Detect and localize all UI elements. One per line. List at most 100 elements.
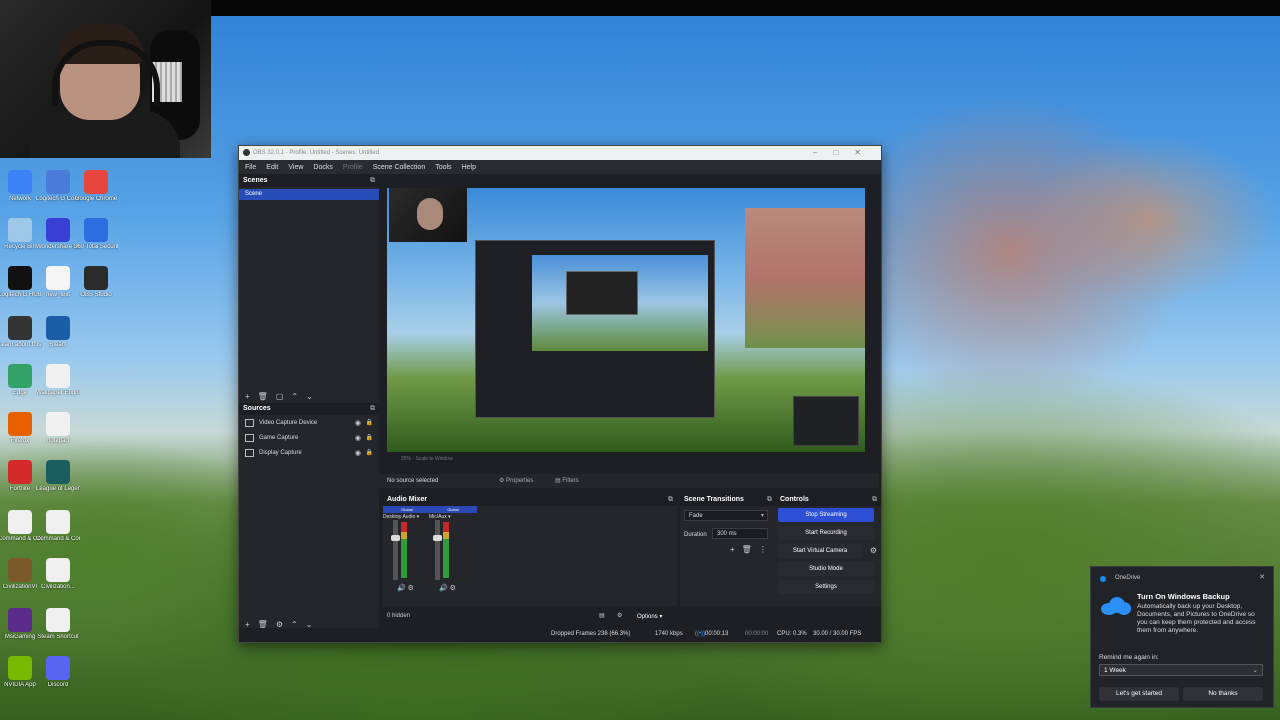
preview-webcam <box>389 188 467 242</box>
menu-profile[interactable]: Profile <box>343 164 363 171</box>
menu-help[interactable]: Help <box>462 164 476 171</box>
desktop-icon[interactable]: League of Legends <box>36 460 80 506</box>
stream-time: 00:00:13 <box>705 631 729 637</box>
bitrate: 1740 kbps <box>655 631 683 637</box>
dock-undock-icon[interactable]: ⧉ <box>872 494 877 506</box>
desktop-icon[interactable]: Command & Conquer <box>36 510 80 556</box>
obs-window-title: OBS 32.0.1 - Profile: Untitled - Scenes:… <box>253 150 380 156</box>
properties-button[interactable]: ⚙ Properties <box>495 476 537 486</box>
obs-menubar: File Edit View Docks Profile Scene Colle… <box>239 160 881 174</box>
dock-undock-icon[interactable]: ⧉ <box>370 403 375 415</box>
filters-button[interactable]: ▤ Filters <box>551 476 583 486</box>
transition-tools[interactable]: +🗑⋮ <box>730 545 774 554</box>
transition-select[interactable]: Fade ▾ <box>684 510 768 521</box>
desktop-icon[interactable]: Wallpaper Engine <box>36 364 80 410</box>
notification-title: Turn On Windows Backup <box>1137 592 1230 601</box>
slider-knob[interactable] <box>391 535 400 541</box>
slider-knob[interactable] <box>433 535 442 541</box>
dropped-frames: Dropped Frames 238 (66.3%) <box>551 631 631 637</box>
lock-icon[interactable]: 🔒 <box>366 419 373 426</box>
desktop-icon-label: Steam <box>49 342 67 348</box>
move-up-icon[interactable]: ⌃ <box>291 392 298 401</box>
options-button[interactable]: Options ▾ <box>637 613 662 620</box>
dock-undock-icon[interactable]: ⧉ <box>668 494 673 506</box>
source-label: Video Capture Device <box>259 419 318 426</box>
desktop-icon-label: Google Chrome <box>74 196 118 202</box>
add-icon[interactable]: + <box>245 392 250 401</box>
menu-edit[interactable]: Edit <box>266 164 278 171</box>
obs-window: OBS 32.0.1 - Profile: Untitled - Scenes:… <box>238 145 882 643</box>
chevron-down-icon: ▾ <box>760 513 764 519</box>
trash-icon[interactable]: 🗑 <box>258 392 268 401</box>
app-icon <box>8 558 32 582</box>
desktop-icon-label: 360 Total Security <box>74 244 118 250</box>
list-icon[interactable]: ▤ <box>599 612 605 619</box>
desktop-icon[interactable]: Discord <box>36 656 80 702</box>
volume-slider-mic[interactable] <box>433 520 442 580</box>
preview-nested-window <box>566 271 638 315</box>
gear-icon[interactable]: ⚙ <box>617 612 622 619</box>
fps: 30.00 / 30.00 FPS <box>813 631 862 637</box>
app-icon <box>8 460 32 484</box>
move-down-icon[interactable]: ⌄ <box>306 392 313 401</box>
window-controls[interactable]: –□✕ <box>813 146 877 160</box>
desktop-icon[interactable]: Google Chrome <box>74 170 118 216</box>
speaker-icon[interactable]: 🔊 ⚙ <box>439 584 456 592</box>
eye-icon[interactable]: ◉ <box>355 419 361 427</box>
desktop-icon[interactable]: 360 Total Security <box>74 218 118 264</box>
lets-get-started-button[interactable]: Let's get started <box>1099 687 1179 701</box>
desktop-icon[interactable]: OBS Studio <box>74 266 118 312</box>
volume-slider-desktop[interactable] <box>391 520 400 580</box>
source-label: Display Capture <box>259 449 302 456</box>
menu-view[interactable]: View <box>288 164 303 171</box>
remind-select[interactable]: 1 Week ⌄ <box>1099 664 1263 676</box>
eye-icon[interactable]: ◉ <box>355 434 361 442</box>
gear-icon[interactable]: ⚙ <box>870 546 877 555</box>
no-source-label: No source selected <box>387 478 439 484</box>
lock-icon[interactable]: 🔒 <box>366 449 373 456</box>
no-thanks-button[interactable]: No thanks <box>1183 687 1263 701</box>
dock-undock-icon[interactable]: ⧉ <box>767 494 772 506</box>
scene-transitions-dock: Scene Transitions ⧉ Fade ▾ Duration 300 ms… <box>680 494 776 606</box>
menu-tools[interactable]: Tools <box>435 164 451 171</box>
source-item[interactable]: Display Capture ◉ 🔒 <box>239 445 379 460</box>
duration-input[interactable]: 300 ms <box>712 528 768 539</box>
scenes-toolbar: + 🗑 ▢ ⌃ ⌄ <box>239 389 385 403</box>
global-badge: Global <box>383 506 431 513</box>
menu-scene-collection[interactable]: Scene Collection <box>373 164 426 171</box>
eye-icon[interactable]: ◉ <box>355 449 361 457</box>
speaker-icon[interactable]: 🔊 ⚙ <box>397 584 414 592</box>
remind-label: Remind me again in: <box>1099 654 1159 661</box>
dock-undock-icon[interactable]: ⧉ <box>370 175 375 187</box>
start-virtual-camera-button[interactable]: Start Virtual Camera <box>778 544 862 558</box>
start-recording-button[interactable]: Start Recording <box>778 526 874 540</box>
desktop-icon[interactable]: Civilization... <box>36 558 80 604</box>
settings-button[interactable]: Settings <box>778 580 874 594</box>
program-preview[interactable] <box>387 188 865 452</box>
studio-mode-button[interactable]: Studio Mode <box>778 562 874 576</box>
desktop-icon-label: notepad <box>47 438 69 444</box>
app-icon <box>8 364 32 388</box>
preview-scale-bar[interactable]: 25% · Scale to Window <box>387 454 879 464</box>
app-icon <box>84 266 108 290</box>
options-label: Options <box>637 614 658 620</box>
app-icon <box>46 170 70 194</box>
menu-file[interactable]: File <box>245 164 256 171</box>
scene-item[interactable]: Scene <box>239 189 379 200</box>
source-item[interactable]: Game Capture ◉ 🔒 <box>239 430 379 445</box>
menu-docks[interactable]: Docks <box>313 164 332 171</box>
audio-mixer-dock: Audio Mixer ⧉ Global Desktop Audio ▾ Glob… <box>383 494 677 606</box>
stop-streaming-button[interactable]: Stop Streaming <box>778 508 874 522</box>
properties-label: Properties <box>506 478 534 484</box>
gamepad-icon <box>245 433 254 442</box>
close-icon[interactable]: ✕ <box>1259 573 1265 581</box>
filter-icon[interactable]: ▢ <box>276 392 284 401</box>
source-item[interactable]: Video Capture Device ◉ 🔒 <box>239 415 379 430</box>
app-icon <box>46 460 70 484</box>
desktop-icon[interactable]: notepad <box>36 412 80 458</box>
cpu-usage: CPU: 0.3% <box>777 631 807 637</box>
desktop-icon[interactable]: Steam Shortcut <box>36 608 80 654</box>
channel-name[interactable]: Desktop Audio ▾ <box>383 514 431 520</box>
desktop-icon[interactable]: Steam <box>36 316 80 362</box>
lock-icon[interactable]: 🔒 <box>366 434 373 441</box>
